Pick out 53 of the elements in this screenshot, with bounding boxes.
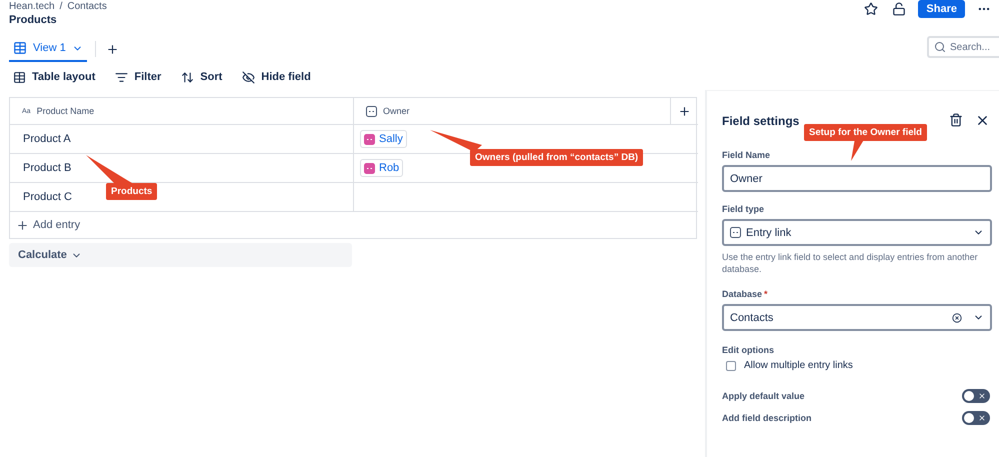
search-field[interactable]: Search... bbox=[927, 36, 999, 58]
column-header[interactable]: Owner bbox=[383, 106, 410, 116]
page-title: Products bbox=[9, 14, 58, 26]
table-view-icon bbox=[13, 41, 27, 55]
field-label: Database * bbox=[722, 289, 769, 299]
plus-icon bbox=[106, 42, 119, 56]
breadcrumb-link[interactable]: Hean.tech bbox=[9, 1, 55, 12]
entry-link-icon bbox=[364, 134, 375, 144]
table-icon bbox=[13, 70, 26, 84]
field-label: Field type bbox=[722, 204, 766, 214]
share-button[interactable]: Share bbox=[918, 0, 965, 18]
toggle-switch[interactable] bbox=[962, 411, 990, 425]
callout-pointer bbox=[430, 130, 482, 152]
checkbox-label: Allow multiple entry links bbox=[744, 360, 853, 371]
view-tab[interactable]: View 1 bbox=[9, 36, 87, 62]
search-placeholder: Search... bbox=[950, 42, 990, 52]
clear-icon[interactable] bbox=[952, 312, 962, 322]
entry-link-chip[interactable]: Sally bbox=[360, 130, 407, 148]
toolbar-button[interactable]: Filter bbox=[115, 70, 162, 84]
field-name-input[interactable]: Owner bbox=[722, 165, 992, 192]
entry-link-icon bbox=[366, 106, 377, 116]
plus-icon bbox=[678, 104, 691, 118]
database-select[interactable]: Contacts bbox=[722, 304, 992, 331]
toggle-label: Apply default value bbox=[722, 391, 805, 401]
entry-link-chip[interactable]: Rob bbox=[360, 159, 404, 177]
toggle-switch[interactable] bbox=[962, 389, 990, 403]
field-type-select[interactable]: Entry link bbox=[722, 219, 992, 246]
add-entry-button[interactable]: Add entry bbox=[10, 212, 698, 238]
plus-icon bbox=[16, 218, 29, 232]
x-icon bbox=[978, 414, 986, 422]
toolbar-button[interactable]: Table layout bbox=[13, 70, 96, 84]
breadcrumb-link[interactable]: Contacts bbox=[67, 1, 107, 12]
entry-link-icon bbox=[364, 162, 375, 174]
toolbar-button[interactable]: Hide field bbox=[242, 70, 311, 84]
filter-icon bbox=[115, 70, 128, 84]
table-cell: Product A bbox=[10, 125, 354, 154]
star-icon[interactable] bbox=[862, 0, 880, 18]
help-text: Use the entry link field to select and display entries from another database. bbox=[722, 251, 979, 275]
checkbox[interactable] bbox=[726, 360, 736, 370]
column-header[interactable]: Product Name bbox=[36, 106, 94, 116]
field-label: Edit options bbox=[722, 345, 775, 355]
sort-icon bbox=[181, 70, 194, 84]
entry-link-icon bbox=[730, 227, 741, 238]
field-label: Field Name bbox=[722, 150, 772, 160]
breadcrumb-separator: / bbox=[60, 1, 62, 12]
eye-off-icon bbox=[242, 70, 256, 84]
toggle-label: Add field description bbox=[722, 413, 812, 423]
callout-label: Products bbox=[106, 183, 158, 200]
calculate-button[interactable]: Calculate bbox=[9, 243, 352, 267]
x-icon bbox=[978, 392, 986, 400]
search-icon bbox=[934, 41, 946, 53]
panel-title: Field settings bbox=[722, 114, 800, 128]
toolbar-button[interactable]: Sort bbox=[181, 70, 222, 84]
